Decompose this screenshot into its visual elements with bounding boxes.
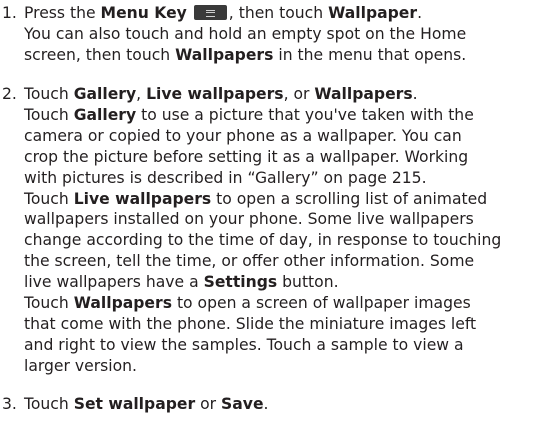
wallpaper-label: Wallpaper (328, 4, 418, 22)
step-line: You can also touch and hold an empty spo… (24, 24, 467, 43)
gallery-label: Gallery (73, 105, 137, 124)
step-line: screen, then touch Wallpapers in the men… (24, 45, 467, 64)
save-label: Save (221, 395, 264, 413)
set-wallpaper-label: Set wallpaper (73, 395, 196, 413)
live-wallpapers-label: Live wallpapers (146, 85, 284, 103)
step-line: Touch Wallpapers to open a screen of wal… (24, 294, 471, 313)
step-line: the screen, tell the time, or offer othe… (24, 252, 475, 271)
menu-key-icon (193, 5, 227, 20)
step-3: 3. Touch Set wallpaper or Save. (0, 394, 269, 415)
wallpapers-label: Wallpapers (314, 85, 413, 103)
step-number: 1. (2, 4, 17, 22)
step-line: Touch Set wallpaper or Save. (24, 395, 269, 413)
step-line: Touch Gallery to use a picture that you'… (24, 105, 474, 124)
step-line: larger version. (24, 356, 137, 375)
step-line: camera or copied to your phone as a wall… (24, 126, 462, 145)
menu-key-label: Menu Key (100, 4, 187, 22)
step-1: 1. Press the Menu Key , then touch Wallp… (0, 3, 466, 66)
step-line: Touch Live wallpapers to open a scrollin… (24, 189, 488, 208)
step-line: and right to view the samples. Touch a s… (24, 335, 464, 354)
step-line: change according to the time of day, in … (24, 231, 502, 250)
wallpapers-label: Wallpapers (73, 294, 172, 313)
step-line: crop the picture before setting it as a … (24, 147, 469, 166)
step-number: 2. (2, 85, 17, 103)
step-line: Touch Gallery, Live wallpapers, or Wallp… (24, 85, 418, 103)
step-line: Press the Menu Key , then touch Wallpape… (24, 4, 423, 22)
wallpapers-label: Wallpapers (175, 45, 274, 64)
gallery-label: Gallery (73, 85, 137, 103)
step-line: that come with the phone. Slide the mini… (24, 314, 477, 333)
live-wallpapers-label: Live wallpapers (73, 189, 212, 208)
step-line: with pictures is described in “Gallery” … (24, 168, 427, 187)
step-number: 3. (2, 395, 17, 413)
step-line: wallpapers installed on your phone. Some… (24, 210, 474, 229)
step-2: 2. Touch Gallery, Live wallpapers, or Wa… (0, 84, 501, 377)
settings-label: Settings (203, 273, 278, 292)
step-line: live wallpapers have a Settings button. (24, 273, 339, 292)
